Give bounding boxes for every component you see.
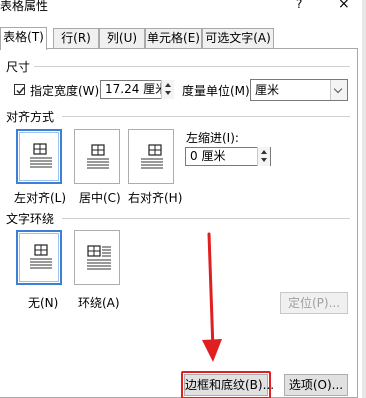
size-divider — [34, 66, 350, 67]
window-edge — [362, 0, 366, 398]
wrap-none-option[interactable] — [16, 230, 62, 285]
annotation-arrow-icon — [202, 232, 222, 362]
wrap-around-icon — [87, 245, 111, 270]
position-button[interactable]: 定位(P)... — [280, 292, 348, 314]
wrap-around-option[interactable] — [74, 230, 120, 285]
align-right-option[interactable] — [128, 129, 174, 184]
align-center-label: 居中(C) — [79, 191, 121, 205]
unit-label: 度量单位(M): — [182, 84, 254, 98]
size-section-title: 尺寸 — [6, 60, 31, 74]
tab-alt-text[interactable]: 可选文字(A) — [202, 28, 274, 48]
highlight-box — [181, 371, 271, 398]
specify-width-label: 指定宽度(W): — [30, 84, 104, 98]
wrap-around-label: 环绕(A) — [78, 296, 120, 310]
tab-table[interactable]: 表格(T) — [0, 27, 47, 50]
align-center-option[interactable] — [74, 129, 120, 184]
left-indent-value: 0 厘米 — [190, 149, 226, 163]
align-left-icon — [30, 143, 52, 168]
width-value: 17.24 厘米 — [105, 82, 168, 96]
align-right-label: 右对齐(H) — [128, 191, 183, 205]
wrapping-section-title: 文字环绕 — [6, 212, 55, 226]
wrap-none-icon — [30, 244, 52, 269]
title-bar: 表格属性 ? × — [0, 0, 366, 14]
table-properties-dialog: 表格属性 ? × 表格(T) 行(R) 列(U) 单元格(E) 可选文字(A) … — [0, 0, 366, 398]
tab-column[interactable]: 列(U) — [99, 28, 145, 48]
left-indent-spinner[interactable] — [257, 147, 270, 166]
dialog-title: 表格属性 — [0, 0, 49, 13]
align-left-option[interactable] — [16, 129, 62, 184]
tab-row[interactable]: 行(R) — [53, 28, 99, 48]
spin-up-icon[interactable] — [165, 83, 171, 87]
spin-up-icon[interactable] — [261, 150, 267, 154]
align-right-icon — [141, 144, 163, 169]
spin-down-icon[interactable] — [165, 91, 171, 95]
alignment-divider — [62, 116, 350, 117]
unit-value: 厘米 — [255, 83, 280, 97]
align-left-label: 左对齐(L) — [14, 191, 67, 205]
left-indent-label: 左缩进(I): — [186, 131, 239, 145]
check-icon — [16, 87, 25, 95]
chevron-down-icon[interactable] — [330, 80, 347, 100]
specify-width-checkbox[interactable] — [14, 84, 25, 95]
align-center-icon — [87, 144, 109, 169]
wrapping-divider — [62, 218, 350, 219]
width-spinner[interactable] — [161, 80, 174, 99]
spin-down-icon[interactable] — [261, 158, 267, 162]
options-button[interactable]: 选项(O)... — [284, 374, 348, 396]
alignment-section-title: 对齐方式 — [6, 110, 55, 124]
help-button[interactable]: ? — [296, 0, 302, 11]
wrap-none-label: 无(N) — [28, 296, 59, 310]
unit-select[interactable]: 厘米 — [250, 79, 348, 101]
tab-strip: 表格(T) 行(R) 列(U) 单元格(E) 可选文字(A) — [0, 27, 366, 50]
close-button[interactable]: × — [338, 0, 350, 12]
tab-cell[interactable]: 单元格(E) — [145, 28, 202, 48]
